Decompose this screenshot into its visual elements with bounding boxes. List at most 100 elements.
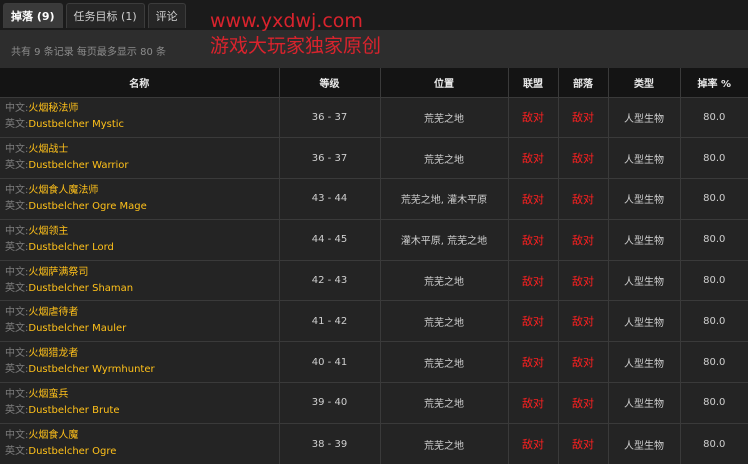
type-cell: 人型生物 (607, 259, 680, 301)
header-alliance[interactable]: 联盟 (507, 68, 558, 98)
table-row: 中文:火烟萨满祭司 英文:Dustbelcher Shaman 42 - 43 荒芜之… (0, 259, 748, 301)
level-cell: 44 - 45 (278, 218, 380, 261)
cn-prefix: 中文: (5, 184, 29, 196)
cn-prefix: 中文: (5, 430, 29, 442)
npc-name-cell: 中文:火烟虐待者 英文:Dustbelcher Mauler (0, 300, 279, 342)
location-cell: 荒芜之地 (379, 382, 508, 424)
level-cell: 39 - 40 (278, 382, 380, 424)
npc-name-cn-link[interactable]: 火烟蛮兵 (28, 389, 68, 400)
horde-reaction-cell: 敌对 (557, 137, 608, 179)
location-cell: 荒芜之地 (379, 96, 508, 138)
type-cell: 人型生物 (607, 218, 680, 261)
level-cell: 41 - 42 (278, 300, 380, 342)
alliance-reaction-cell: 敌对 (507, 382, 558, 424)
table-row: 中文:火烟蛮兵 英文:Dustbelcher Brute 39 - 40 荒芜之地 敌对… (0, 382, 748, 424)
header-drop-rate[interactable]: 掉率 % (679, 68, 748, 98)
npc-name-en-link[interactable]: Dustbelcher Ogre (28, 446, 116, 457)
en-prefix: 英文: (5, 241, 29, 253)
en-prefix: 英文: (5, 160, 29, 172)
drop-rate-cell: 80.0 (679, 96, 748, 138)
npc-name-en-link[interactable]: Dustbelcher Lord (28, 242, 114, 253)
location-cell: 荒芜之地 (379, 137, 508, 179)
header-level[interactable]: 等级 (278, 68, 380, 98)
npc-name-cell: 中文:火烟蛮兵英文:Dustbelcher Brute (0, 382, 279, 424)
drop-rate-cell: 80.0 (679, 178, 748, 220)
location-cell: 灌木平原, 荒芜之地 (379, 218, 508, 261)
npc-name-en-link[interactable]: Dustbelcher Brute (28, 405, 119, 416)
npc-name-en-link[interactable]: Dustbelcher Mauler (28, 323, 126, 334)
type-cell: 人型生物 (607, 300, 680, 342)
record-count-text: 共有 9 条记录 每页最多显示 80 条 (11, 47, 166, 58)
location-cell: 荒芜之地 (379, 422, 508, 464)
watermark-subtitle: 游戏大玩家独家原创 (210, 35, 382, 57)
npc-name-en-link[interactable]: Dustbelcher Mystic (28, 119, 124, 130)
table-row: 中文:火烟猎龙者 英文:Dustbelcher Wyrmhunter 40 - 41… (0, 341, 748, 383)
npc-name-cell: 中文:火烟战士英文:Dustbelcher Warrior (0, 137, 279, 179)
tab-bar: 掉落 (9) 任务目标 (1) 评论 (0, 0, 186, 30)
horde-reaction-cell: 敌对 (557, 341, 608, 383)
npc-name-cn-link[interactable]: 火烟秘法师 (28, 103, 78, 114)
npc-name-cn-link[interactable]: 火烟食人魔 (28, 430, 78, 441)
level-cell: 42 - 43 (278, 259, 380, 301)
header-name[interactable]: 名称 (0, 68, 279, 98)
level-cell: 40 - 41 (278, 341, 380, 383)
alliance-reaction-cell: 敌对 (507, 341, 558, 383)
location-cell: 荒芜之地 (379, 341, 508, 383)
npc-name-cn-link[interactable]: 火烟战士 (28, 144, 68, 155)
type-cell: 人型生物 (607, 422, 680, 464)
npc-name-cn-link[interactable]: 火烟虐待者 (28, 307, 78, 318)
npc-name-cell: 中文:火烟食人魔 英文:Dustbelcher Ogre (0, 422, 279, 464)
drop-rate-cell: 80.0 (679, 300, 748, 342)
en-prefix: 英文: (5, 119, 29, 131)
tab-comments[interactable]: 评论 (147, 3, 186, 28)
table-row: 中文:火烟领主英文:Dustbelcher Lord 44 - 45 灌木平原, 荒… (0, 218, 748, 261)
table-header-row: 名称 等级 位置 联盟 部落 类型 掉率 % (0, 68, 748, 98)
horde-reaction-cell: 敌对 (557, 259, 608, 301)
cn-prefix: 中文: (5, 388, 29, 400)
drop-rate-cell: 80.0 (679, 218, 748, 261)
en-prefix: 英文: (5, 404, 29, 416)
npc-name-en-link[interactable]: Dustbelcher Ogre Mage (28, 201, 146, 212)
npc-name-en-link[interactable]: Dustbelcher Shaman (28, 283, 133, 294)
type-cell: 人型生物 (607, 178, 680, 220)
tab-quest-objectives[interactable]: 任务目标 (1) (65, 3, 145, 28)
type-cell: 人型生物 (607, 341, 680, 383)
location-cell: 荒芜之地 (379, 300, 508, 342)
npc-name-cell: 中文:火烟萨满祭司英文:Dustbelcher Shaman (0, 259, 279, 301)
type-cell: 人型生物 (607, 96, 680, 138)
type-cell: 人型生物 (607, 382, 680, 424)
tab-drops[interactable]: 掉落 (9) (3, 3, 63, 28)
location-cell: 荒芜之地 (379, 259, 508, 301)
npc-name-en-link[interactable]: Dustbelcher Warrior (28, 160, 128, 171)
level-cell: 43 - 44 (278, 178, 380, 220)
npc-name-cell: 中文:火烟秘法师英文:Dustbelcher Mystic (0, 96, 279, 138)
npc-name-cn-link[interactable]: 火烟食人魔法师 (28, 185, 98, 196)
table-row: 中文:火烟食人魔法师 英文:Dustbelcher Ogre Mage 43 - 4… (0, 178, 748, 220)
npc-name-cn-link[interactable]: 火烟领主 (28, 226, 68, 237)
en-prefix: 英文: (5, 282, 29, 294)
cn-prefix: 中文: (5, 144, 29, 156)
en-prefix: 英文: (5, 364, 29, 376)
header-type[interactable]: 类型 (607, 68, 680, 98)
type-cell: 人型生物 (607, 137, 680, 179)
horde-reaction-cell: 敌对 (557, 422, 608, 464)
drop-rate-cell: 80.0 (679, 259, 748, 301)
cn-prefix: 中文: (5, 348, 29, 360)
npc-name-en-link[interactable]: Dustbelcher Wyrmhunter (28, 364, 154, 375)
npc-name-cn-link[interactable]: 火烟猎龙者 (28, 348, 78, 359)
table-row: 中文:火烟秘法师 英文:Dustbelcher Mystic 36 - 37 荒芜之地… (0, 96, 748, 138)
table-row: 中文:火烟战士 英文:Dustbelcher Warrior 36 - 37 荒芜之地… (0, 137, 748, 179)
cn-prefix: 中文: (5, 266, 29, 278)
horde-reaction-cell: 敌对 (557, 178, 608, 220)
watermark-url: www.yxdwj.com (210, 10, 363, 32)
horde-reaction-cell: 敌对 (557, 382, 608, 424)
header-location[interactable]: 位置 (379, 68, 508, 98)
cn-prefix: 中文: (5, 225, 29, 237)
alliance-reaction-cell: 敌对 (507, 96, 558, 138)
level-cell: 38 - 39 (278, 422, 380, 464)
header-horde[interactable]: 部落 (557, 68, 608, 98)
npc-name-cn-link[interactable]: 火烟萨满祭司 (28, 267, 88, 278)
alliance-reaction-cell: 敌对 (507, 137, 558, 179)
npc-name-cell: 中文:火烟猎龙者英文:Dustbelcher Wyrmhunter (0, 341, 279, 383)
cn-prefix: 中文: (5, 103, 29, 115)
